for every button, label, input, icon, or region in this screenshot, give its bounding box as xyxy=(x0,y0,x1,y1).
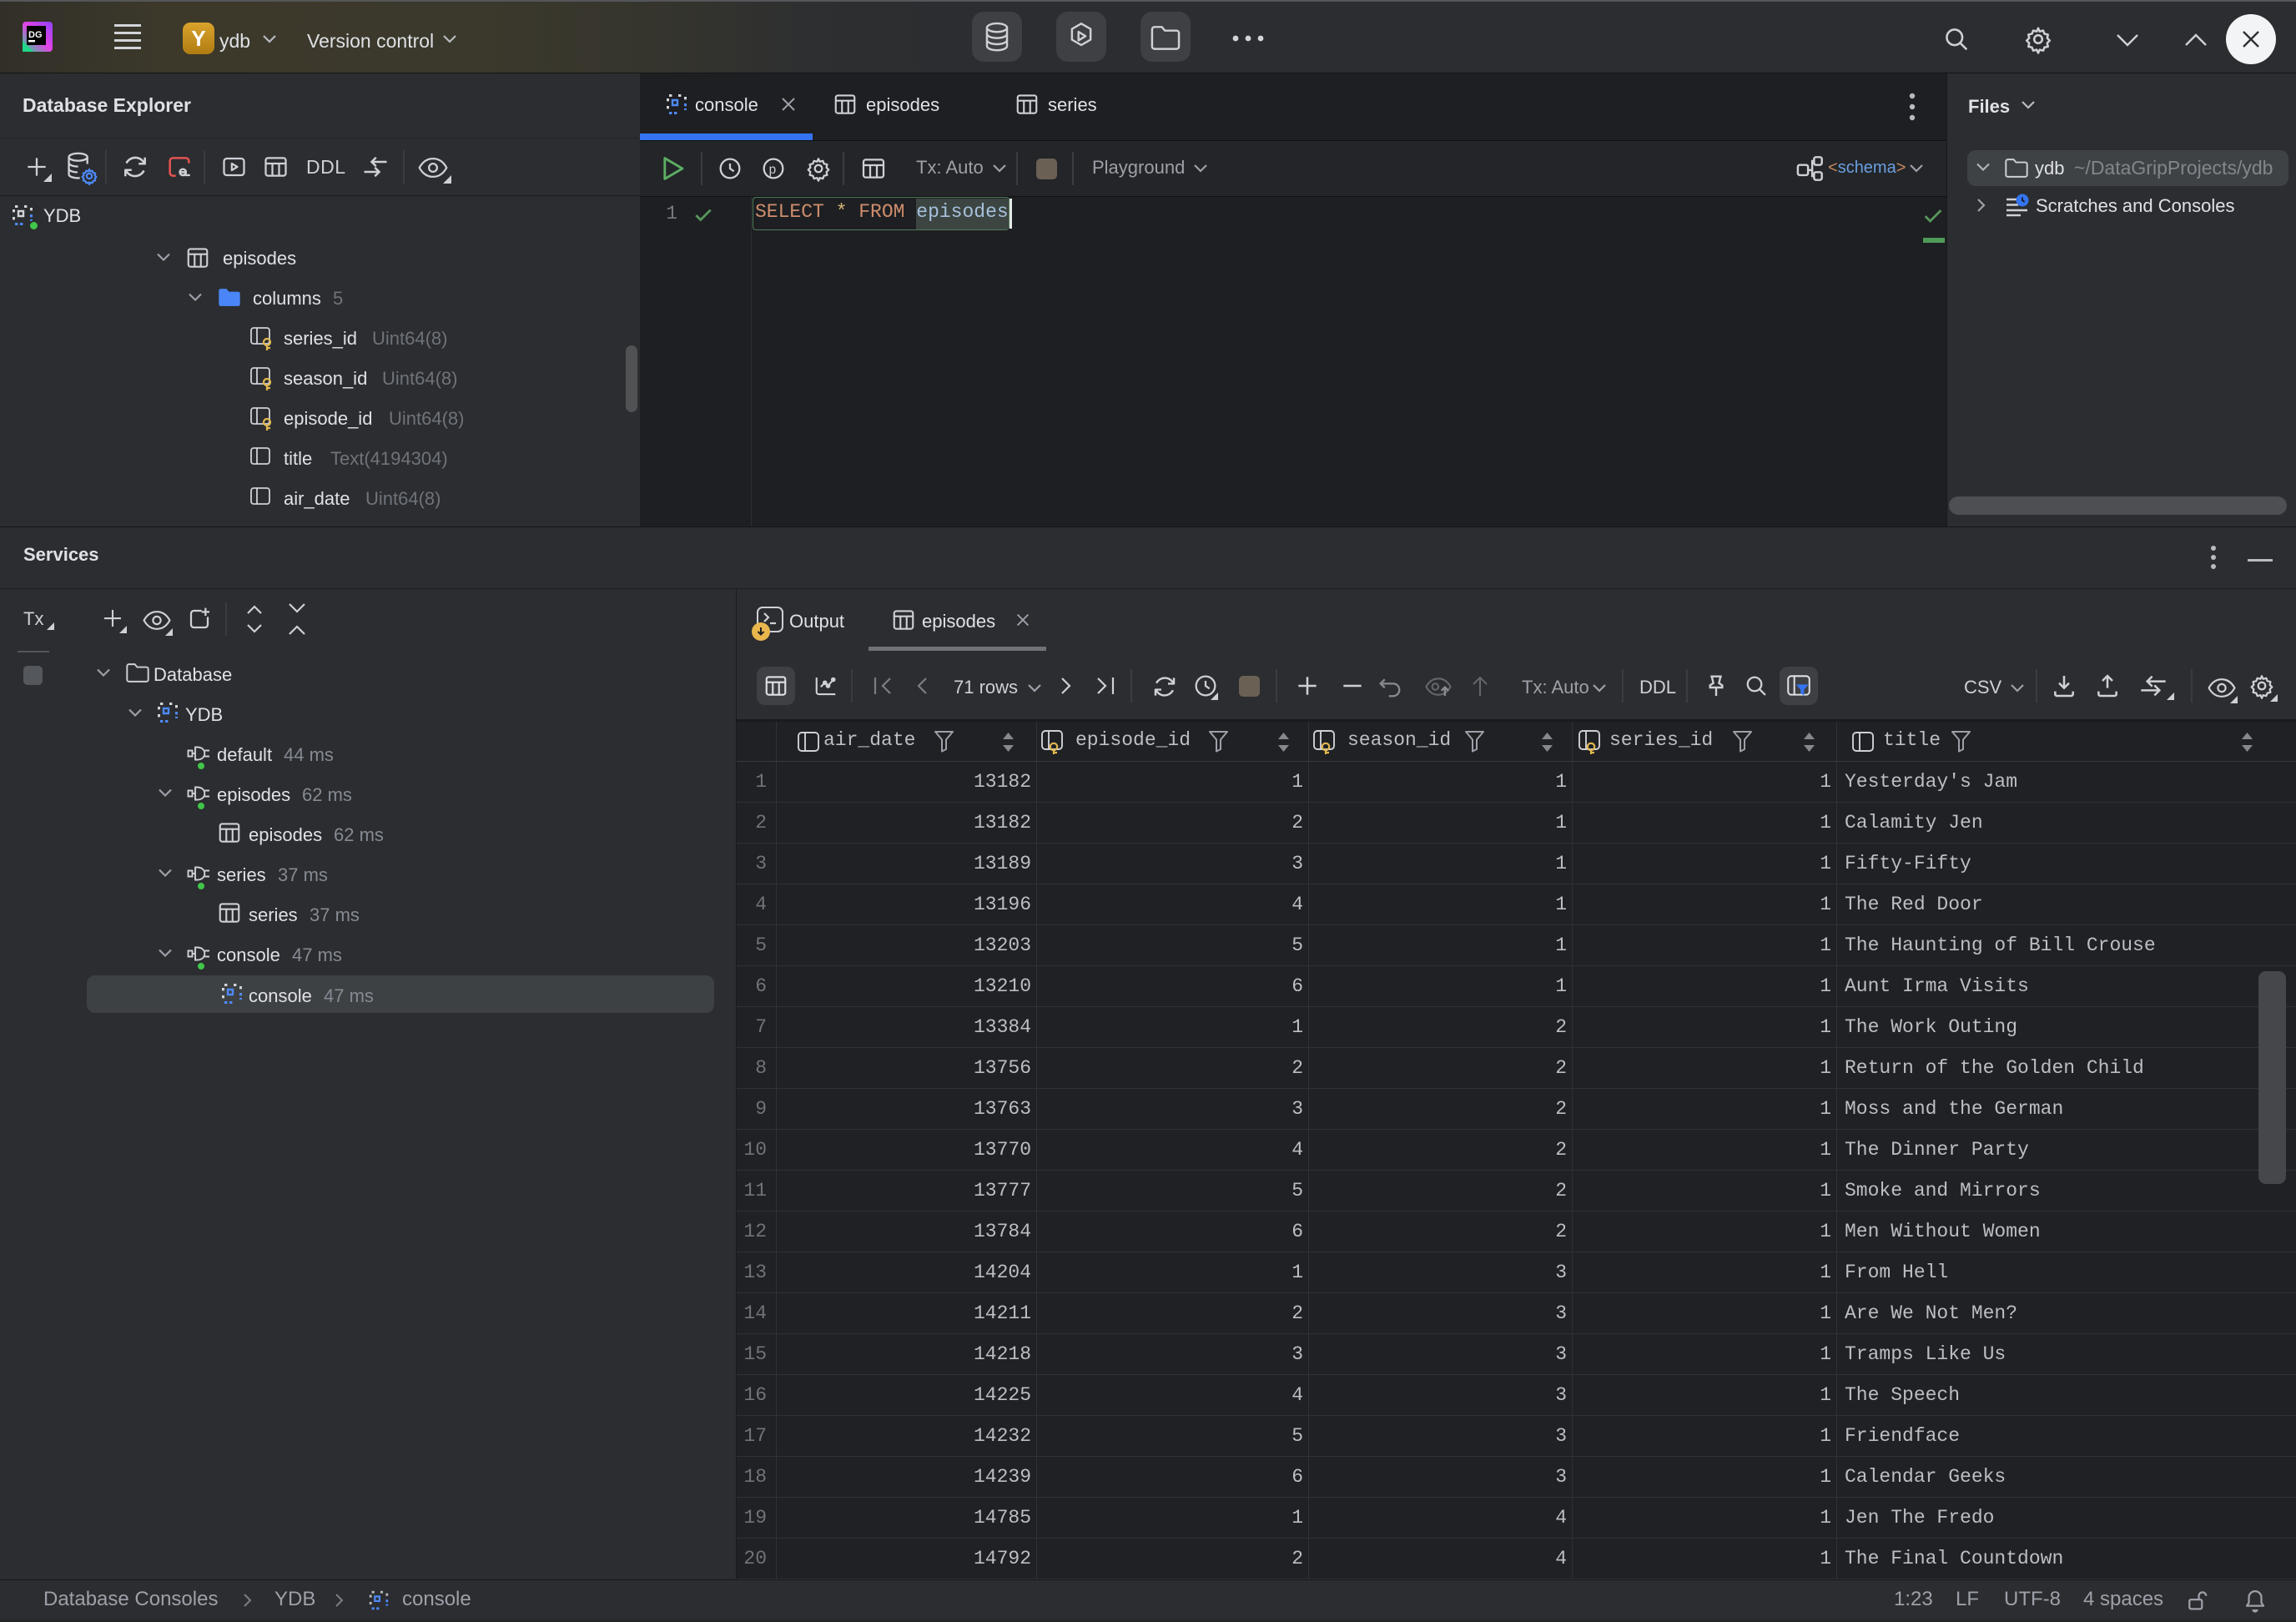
svg-text:DG: DG xyxy=(28,30,43,40)
svg-text:p: p xyxy=(769,163,777,177)
